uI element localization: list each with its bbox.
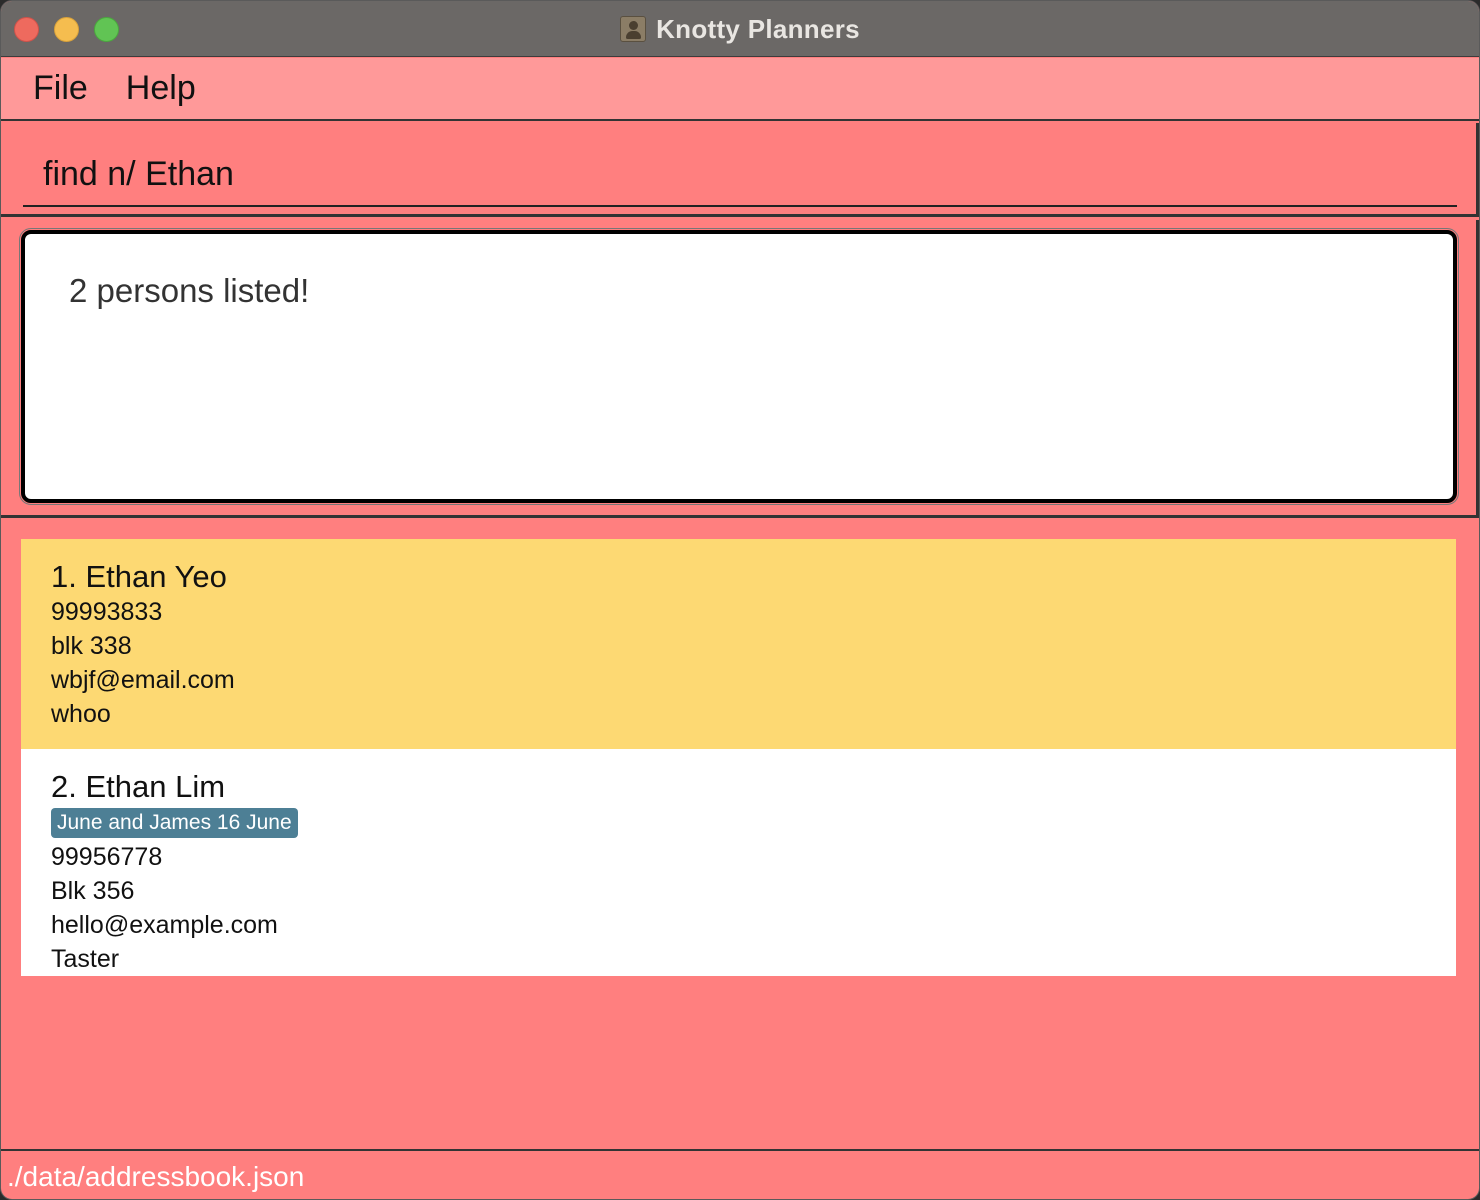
person-name: 1. Ethan Yeo [51, 559, 227, 594]
save-file-path: ./data/addressbook.json [7, 1161, 305, 1192]
app-window: Knotty Planners File Help 2 persons list… [0, 0, 1480, 1200]
menu-help[interactable]: Help [126, 69, 196, 108]
person-address: blk 338 [51, 632, 132, 660]
person-email: wbjf@email.com [51, 666, 235, 694]
person-address: Blk 356 [51, 877, 135, 905]
person-phone: 99956778 [51, 843, 163, 871]
menu-file[interactable]: File [33, 69, 88, 108]
person-card[interactable]: 2. Ethan Lim June and James 16 June 9995… [21, 749, 1456, 976]
person-name: 2. Ethan Lim [51, 769, 226, 804]
person-remark: Taster [51, 945, 120, 973]
person-tags: June and James 16 June [51, 805, 1456, 840]
person-email: hello@example.com [51, 911, 278, 939]
result-display[interactable]: 2 persons listed! [19, 228, 1459, 505]
person-remark: whoo [51, 700, 111, 728]
title-bar[interactable]: Knotty Planners [1, 1, 1479, 57]
contacts-app-icon [620, 16, 647, 42]
person-card[interactable]: 1. Ethan Yeo 99993833 blk 338 wbjf@email… [21, 539, 1456, 749]
window-title-group: Knotty Planners [1, 1, 1479, 57]
person-list[interactable]: 1. Ethan Yeo 99993833 blk 338 wbjf@email… [21, 539, 1456, 976]
person-tag: June and James 16 June [51, 808, 298, 838]
person-phone: 99993833 [51, 598, 163, 626]
status-bar: ./data/addressbook.json [1, 1149, 1479, 1199]
command-box-panel [1, 123, 1479, 217]
menu-bar: File Help [1, 58, 1479, 121]
command-input[interactable] [23, 143, 1457, 207]
result-message: 2 persons listed! [69, 272, 310, 309]
window-title: Knotty Planners [656, 13, 860, 44]
result-display-panel: 2 persons listed! [1, 220, 1479, 518]
